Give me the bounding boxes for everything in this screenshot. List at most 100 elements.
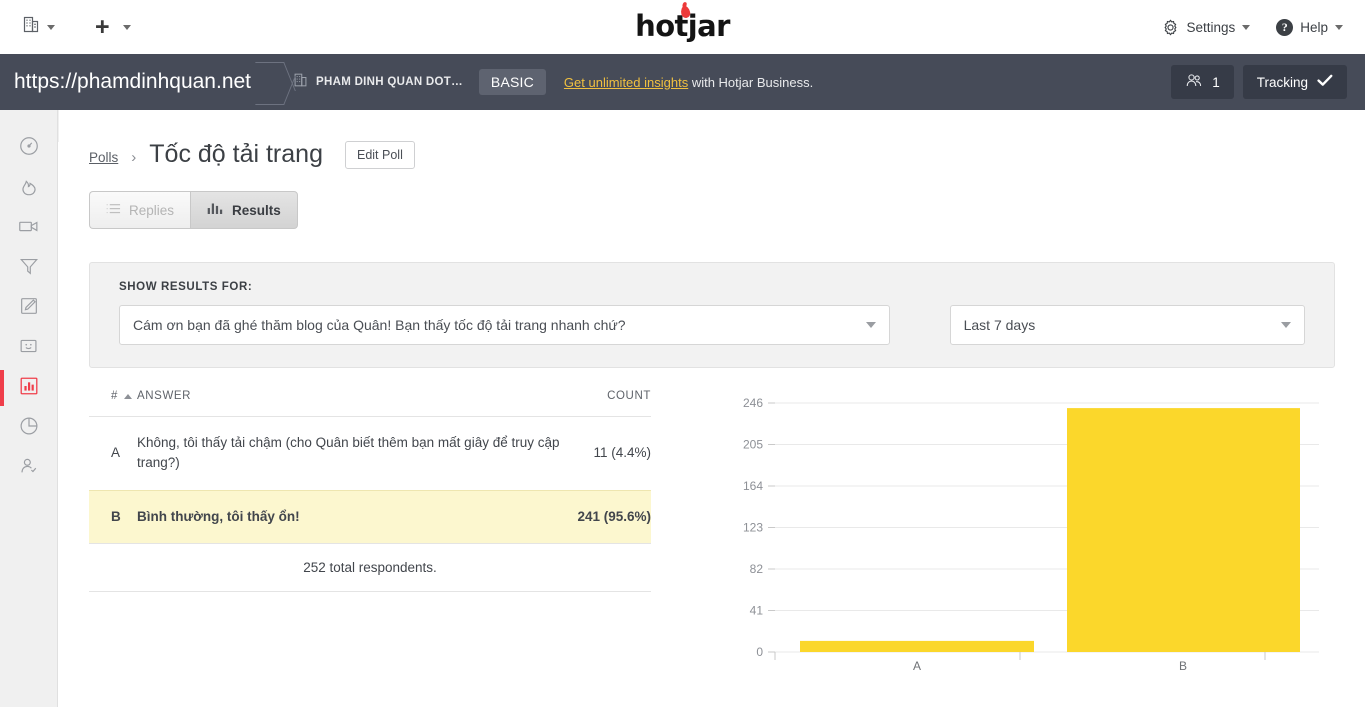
- app-logo: hotjar: [0, 5, 1365, 43]
- site-bar-right-controls: 1 Tracking: [1171, 65, 1365, 99]
- results-table: # ANSWER COUNT A Không, tôi thấy tải chậ…: [89, 390, 651, 543]
- breadcrumb-separator: ›: [131, 149, 137, 166]
- left-nav-rail: ❯: [0, 110, 82, 707]
- sidebar-item-polls[interactable]: [0, 368, 57, 408]
- upsell-message: Get unlimited insights with Hotjar Busin…: [564, 75, 813, 90]
- row-count: 241 (95.6%): [577, 489, 651, 543]
- team-members-button[interactable]: 1: [1171, 65, 1234, 99]
- page-title: Tốc độ tải trang: [149, 140, 323, 168]
- filter-controls: Cám ơn bạn đã ghé thăm blog của Quân! Bạ…: [119, 305, 1305, 345]
- main-content: Polls › Tốc độ tải trang Edit Poll Repli…: [59, 110, 1365, 707]
- chevron-down-icon: [122, 24, 131, 30]
- edit-poll-button[interactable]: Edit Poll: [344, 140, 415, 169]
- top-bar-left-controls: +: [0, 11, 137, 44]
- row-count: 11 (4.4%): [577, 416, 651, 490]
- site-context-bar: https://phamdinhquan.net PHAM DINH QUAN …: [0, 54, 1365, 110]
- team-members-count: 1: [1212, 74, 1220, 90]
- sidebar-item-surveys[interactable]: [0, 408, 57, 448]
- breadcrumb: Polls › Tốc độ tải trang Edit Poll: [59, 110, 1365, 169]
- help-menu[interactable]: ? Help: [1276, 18, 1343, 36]
- column-header-count[interactable]: COUNT: [577, 390, 651, 417]
- sidebar-item-forms[interactable]: [0, 288, 57, 328]
- users-icon: [1185, 73, 1203, 92]
- funnel-icon: [18, 255, 40, 282]
- y-tick-label: 123: [743, 521, 763, 535]
- row-key: A: [89, 416, 137, 490]
- table-row[interactable]: A Không, tôi thấy tải chậm (cho Quân biế…: [89, 416, 651, 490]
- table-row[interactable]: B Bình thường, tôi thấy ổn! 241 (95.6%): [89, 489, 651, 543]
- upsell-suffix: with Hotjar Business.: [688, 74, 814, 90]
- chevron-down-icon: [1242, 24, 1251, 30]
- sort-ascending-icon: [124, 394, 132, 399]
- bar-chart-svg: 246 205 164 123 82 41 0 A B: [743, 396, 1320, 673]
- organization-selector[interactable]: PHAM DINH QUAN DOT…: [293, 72, 463, 93]
- x-tick-label: B: [1179, 659, 1187, 673]
- bar-chart-icon: [18, 375, 40, 402]
- gauge-icon: [18, 135, 40, 162]
- column-header-number[interactable]: #: [89, 390, 137, 417]
- sidebar-item-feedback[interactable]: [0, 328, 57, 368]
- add-new-button[interactable]: +: [89, 11, 137, 44]
- organization-name: PHAM DINH QUAN DOT…: [316, 76, 463, 88]
- tab-results[interactable]: Results: [190, 191, 298, 229]
- bar-category-a[interactable]: [800, 640, 1035, 652]
- total-respondents: 252 total respondents.: [89, 542, 651, 592]
- chevron-down-icon: [47, 24, 55, 30]
- sidebar-item-recruiters[interactable]: [0, 448, 57, 488]
- breadcrumb-parent-link[interactable]: Polls: [89, 150, 118, 165]
- sidebar-item-dashboard[interactable]: [0, 128, 57, 168]
- y-tick-label: 205: [743, 438, 763, 452]
- org-switcher-button[interactable]: [16, 11, 61, 43]
- date-range-select[interactable]: Last 7 days: [949, 305, 1305, 345]
- bar-category-b[interactable]: [1067, 408, 1301, 652]
- gear-icon: [1162, 18, 1179, 36]
- breadcrumb-chevron-divider: [257, 54, 283, 110]
- results-bar-chart: 246 205 164 123 82 41 0 A B: [727, 390, 1365, 673]
- filter-panel-label: SHOW RESULTS FOR:: [119, 281, 253, 293]
- filter-panel: SHOW RESULTS FOR: Cám ơn bạn đã ghé thăm…: [89, 262, 1335, 368]
- list-icon: [106, 203, 121, 218]
- tab-replies[interactable]: Replies: [89, 191, 191, 229]
- date-range-select-value: Last 7 days: [963, 317, 1036, 333]
- tab-results-label: Results: [232, 202, 281, 218]
- y-tick-label: 0: [756, 645, 763, 659]
- upsell-link[interactable]: Get unlimited insights: [564, 75, 688, 90]
- help-label: Help: [1300, 19, 1328, 35]
- chevron-down-icon: [1281, 322, 1291, 328]
- settings-label: Settings: [1186, 19, 1236, 35]
- y-tick-label: 164: [743, 479, 763, 493]
- results-table-section: # ANSWER COUNT A Không, tôi thấy tải chậ…: [89, 390, 707, 670]
- top-bar-right-controls: Settings ? Help: [1162, 18, 1365, 36]
- tracking-status-button[interactable]: Tracking: [1242, 65, 1347, 99]
- plus-icon: +: [95, 12, 110, 41]
- smiley-box-icon: [17, 335, 41, 362]
- pencil-square-icon: [18, 295, 40, 322]
- question-select[interactable]: Cám ơn bạn đã ghé thăm blog của Quân! Bạ…: [119, 305, 890, 345]
- person-check-icon: [18, 455, 40, 482]
- tracking-label: Tracking: [1256, 74, 1308, 90]
- sidebar-item-recordings[interactable]: [0, 208, 57, 248]
- settings-menu[interactable]: Settings: [1162, 18, 1251, 36]
- column-header-number-label: #: [111, 390, 118, 402]
- building-icon: [22, 15, 40, 39]
- sidebar-item-heatmaps[interactable]: [0, 168, 57, 208]
- question-select-value: Cám ơn bạn đã ghé thăm blog của Quân! Bạ…: [133, 317, 626, 333]
- pie-chart-icon: [18, 415, 40, 442]
- sidebar-item-funnels[interactable]: [0, 248, 57, 288]
- chevron-down-icon: [865, 322, 876, 328]
- results-content: # ANSWER COUNT A Không, tôi thấy tải chậ…: [59, 368, 1365, 673]
- x-tick-label: A: [913, 659, 921, 673]
- left-nav-list: [0, 110, 57, 488]
- site-url: https://phamdinhquan.net: [14, 70, 252, 93]
- logo-text: hotjar: [635, 9, 730, 43]
- column-header-answer[interactable]: ANSWER: [137, 390, 577, 417]
- chart-x-tick-labels: A B: [913, 659, 1187, 673]
- y-tick-label: 82: [750, 562, 764, 576]
- top-bar: + hotjar Settings ? Help: [0, 0, 1365, 54]
- flame-icon: [18, 175, 40, 202]
- row-key: B: [89, 489, 137, 543]
- poll-view-tabs: Replies Results: [89, 191, 1365, 229]
- y-tick-label: 41: [750, 604, 764, 618]
- chart-y-tick-labels: 246 205 164 123 82 41 0: [743, 396, 763, 659]
- chevron-down-icon: [1335, 24, 1343, 30]
